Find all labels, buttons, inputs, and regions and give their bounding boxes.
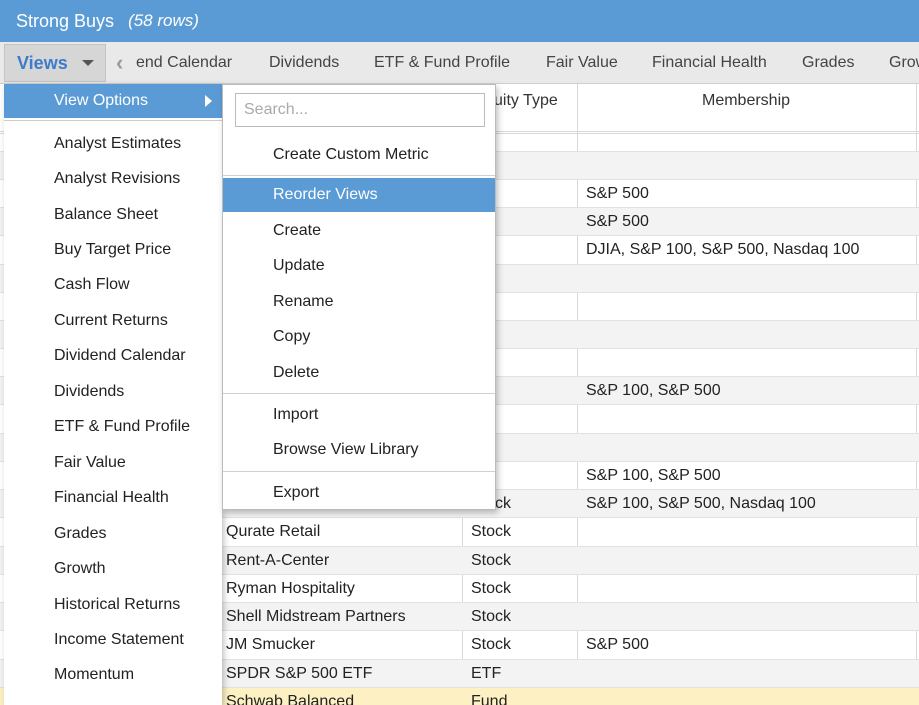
cell-name: Shell Midstream Partners (226, 607, 406, 625)
views-menu-item[interactable]: Fair Value (54, 454, 126, 472)
views-menu: View Options Analyst Estimates Analyst Re… (4, 84, 222, 705)
delete-view-item[interactable]: Delete (223, 356, 495, 390)
cell-membership: S&P 500 (586, 184, 649, 202)
cell-name: Schwab Balanced (226, 692, 355, 705)
views-menu-item[interactable]: Balance Sheet (54, 206, 158, 224)
cell-equity-type: Stock (471, 551, 512, 569)
cell-membership: S&P 100, S&P 500 (586, 381, 721, 399)
row-count: (58 rows) (128, 11, 199, 30)
menu-divider (223, 393, 495, 394)
cell-membership: S&P 500 (586, 212, 649, 230)
views-menu-item[interactable]: Analyst Estimates (54, 135, 181, 153)
views-menu-item[interactable]: Buy Target Price (54, 241, 171, 259)
tab-financial-health[interactable]: Financial Health (652, 54, 767, 72)
views-menu-item[interactable]: Income Statement (54, 631, 184, 649)
browse-view-library-item[interactable]: Browse View Library (223, 433, 495, 467)
cell-name: Qurate Retail (226, 523, 321, 540)
cell-name: Ryman Hospitality (226, 579, 355, 597)
cell-equity-type: ETF (471, 664, 502, 682)
tab-growth[interactable]: Grow (889, 54, 919, 72)
chevron-down-icon (81, 60, 94, 66)
tab-dividend-calendar[interactable]: end Calendar (136, 54, 232, 72)
search-input[interactable] (235, 93, 485, 127)
tab-dividends[interactable]: Dividends (269, 54, 339, 72)
cell-equity-type: Stock (471, 579, 512, 597)
chevron-left-icon[interactable]: ‹ (116, 50, 123, 76)
views-menu-item[interactable]: Financial Health (54, 489, 169, 507)
create-custom-metric-item[interactable]: Create Custom Metric (223, 138, 495, 172)
menu-divider (223, 471, 495, 472)
copy-view-item[interactable]: Copy (223, 320, 495, 354)
view-options-label: View Options (54, 92, 148, 109)
cell-equity-type: Fund (471, 692, 508, 705)
views-button-label: Views (17, 52, 68, 73)
column-header-membership[interactable]: Membership (702, 92, 790, 110)
views-menu-item[interactable]: Momentum (54, 666, 134, 684)
cell-membership: S&P 100, S&P 500 (586, 466, 721, 484)
chevron-right-icon (205, 95, 212, 107)
cell-name: Rent-A-Center (226, 551, 330, 569)
cell-name: SPDR S&P 500 ETF (226, 664, 373, 682)
column-header-equity-type[interactable]: uity Type (494, 92, 558, 110)
menu-divider (223, 175, 495, 176)
cell-membership: S&P 100, S&P 500, Nasdaq 100 (586, 494, 816, 512)
cell-name: JM Smucker (226, 636, 315, 653)
tab-grades[interactable]: Grades (802, 54, 854, 72)
views-menu-item[interactable]: Grades (54, 525, 106, 543)
view-options-item[interactable]: View Options (4, 84, 222, 118)
import-item[interactable]: Import (223, 398, 495, 432)
title-bar: Strong Buys (58 rows) (0, 0, 919, 42)
cell-membership: DJIA, S&P 100, S&P 500, Nasdaq 100 (586, 241, 860, 258)
reorder-views-item[interactable]: Reorder Views (223, 178, 495, 212)
views-menu-item[interactable]: Growth (54, 560, 106, 578)
update-view-item[interactable]: Update (223, 249, 495, 283)
cell-equity-type: Stock (471, 636, 512, 653)
view-options-submenu: Create Custom Metric Reorder Views Creat… (222, 84, 496, 510)
create-view-item[interactable]: Create (223, 214, 495, 248)
tab-etf-fund-profile[interactable]: ETF & Fund Profile (374, 54, 510, 72)
cell-equity-type: Stock (471, 607, 512, 625)
tab-fair-value[interactable]: Fair Value (546, 54, 618, 72)
views-button[interactable]: Views (4, 44, 106, 82)
cell-equity-type: Stock (471, 523, 512, 540)
rename-view-item[interactable]: Rename (223, 285, 495, 319)
cell-membership: S&P 500 (586, 636, 649, 653)
views-menu-item[interactable]: Dividend Calendar (54, 347, 186, 365)
views-menu-item[interactable]: Dividends (54, 383, 124, 401)
views-menu-item[interactable]: Current Returns (54, 312, 168, 330)
views-menu-item[interactable]: Historical Returns (54, 596, 180, 614)
views-menu-item[interactable]: Analyst Revisions (54, 170, 180, 188)
views-menu-item[interactable]: ETF & Fund Profile (54, 418, 190, 436)
views-menu-item[interactable]: Cash Flow (54, 276, 130, 294)
menu-divider (4, 120, 222, 121)
view-tab-bar: Views ‹ end Calendar Dividends ETF & Fun… (0, 42, 919, 84)
screen-title: Strong Buys (16, 10, 115, 31)
export-item[interactable]: Export (223, 476, 495, 510)
